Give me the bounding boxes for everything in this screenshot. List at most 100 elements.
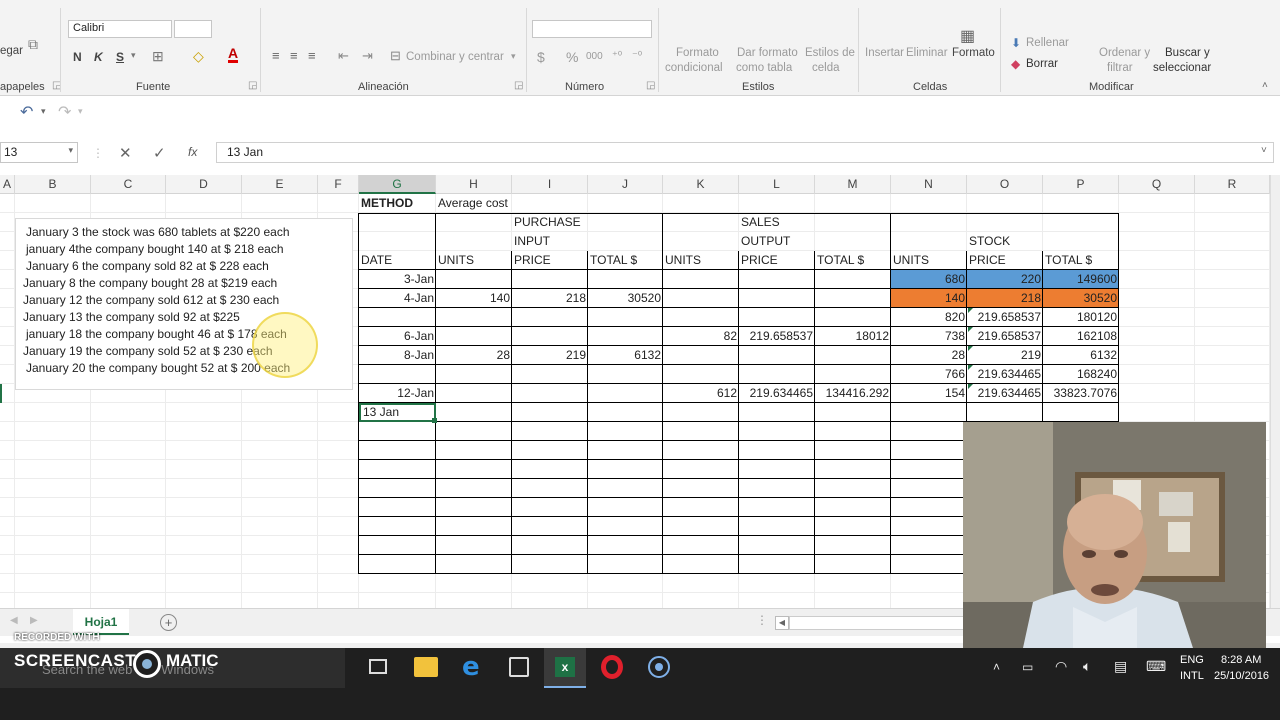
column-header-f[interactable]: F [318,175,359,194]
sort-filter-button[interactable]: Ordenar y [1099,47,1150,59]
prev-sheet-icon[interactable]: ◀ [10,615,18,626]
borders-icon[interactable]: ⊞ [152,48,164,65]
column-header-n[interactable]: N [891,175,967,194]
underline-dropdown-icon[interactable]: ▾ [131,50,136,61]
next-sheet-icon[interactable]: ▶ [30,615,38,626]
value-cell[interactable]: 18012 [815,327,891,346]
thousands-button[interactable]: 000 [586,51,603,62]
align-right-icon[interactable]: ≡ [308,48,316,63]
keyboard-icon[interactable]: ⌨ [1146,658,1166,675]
value-cell[interactable]: 219.658537 [739,327,815,346]
active-cell-editor[interactable]: 13 Jan [359,403,436,422]
value-cell[interactable]: 33823.7076 [1043,384,1119,403]
date-cell[interactable]: 6-Jan [359,327,436,346]
font-dialog-launcher-icon[interactable]: ◲ [248,80,257,91]
column-header-c[interactable]: C [91,175,166,194]
wifi-icon[interactable]: ◠ [1055,658,1067,675]
value-cell[interactable]: 28 [436,346,512,365]
find-select-button[interactable]: Buscar y [1165,47,1210,59]
increase-indent-icon[interactable]: ⇥ [362,48,373,64]
redo-icon[interactable]: ↷ [58,102,71,122]
insert-button[interactable]: Insertar [865,47,904,59]
store-icon[interactable] [509,657,529,677]
show-hidden-icons[interactable]: ˄ [993,660,1000,674]
value-cell[interactable]: 28 [891,346,967,365]
value-cell[interactable]: 149600 [1043,270,1119,289]
column-header-l[interactable]: L [739,175,815,194]
value-cell[interactable]: 219.634465 [739,384,815,403]
date-cell[interactable]: 12-Jan [359,384,436,403]
font-size-select[interactable] [174,20,212,38]
value-cell[interactable]: 140 [891,289,967,308]
conditional-format-button[interactable]: Formato [676,47,719,59]
currency-button[interactable]: $ [537,49,545,65]
fill-handle[interactable] [432,418,437,423]
horizontal-scrollbar[interactable] [789,616,969,630]
fill-button[interactable]: Rellenar [1026,37,1069,49]
italic-button[interactable]: K [94,50,103,64]
column-header-g[interactable]: G [359,175,436,194]
value-cell[interactable]: 220 [967,270,1043,289]
edge-icon[interactable]: e [462,652,480,682]
date-cell[interactable]: 4-Jan [359,289,436,308]
name-box-dropdown-icon[interactable]: ▾ [68,145,73,156]
task-view-icon[interactable] [369,659,387,674]
merge-icon[interactable]: ⊟ [390,48,401,64]
font-color-icon[interactable]: A [228,46,239,63]
file-explorer-icon[interactable] [414,657,438,677]
insert-function-icon[interactable]: fx [188,145,197,159]
decrease-decimal-icon[interactable]: ⁻⁰ [632,49,642,62]
column-header-o[interactable]: O [967,175,1043,194]
column-header-i[interactable]: I [512,175,588,194]
scroll-left-button[interactable]: ◀ [775,616,789,630]
value-cell[interactable]: 82 [663,327,739,346]
underline-button[interactable]: S [116,50,124,64]
column-header-r[interactable]: R [1195,175,1270,194]
column-header-b[interactable]: B [15,175,91,194]
undo-icon[interactable]: ↶ [20,102,33,122]
value-cell[interactable]: 218 [512,289,588,308]
cell-styles-button[interactable]: Estilos de [805,47,855,59]
increase-decimal-icon[interactable]: ⁺⁰ [612,49,622,62]
excel-taskbar-button[interactable]: x [544,648,586,688]
undo-dropdown-icon[interactable]: ▾ [41,106,46,117]
column-header-d[interactable]: D [166,175,242,194]
language-1[interactable]: ENG [1180,654,1204,666]
number-format-select[interactable] [532,20,652,38]
copy-icon[interactable]: ⧉ [28,36,38,53]
merge-dropdown-icon[interactable]: ▾ [511,51,516,62]
power-icon[interactable]: ▭ [1022,660,1033,674]
value-cell[interactable]: 162108 [1043,327,1119,346]
value-cell[interactable]: 30520 [588,289,663,308]
value-cell[interactable]: 219 [967,346,1043,365]
add-sheet-button[interactable]: + [160,614,177,631]
redo-dropdown-icon[interactable]: ▾ [78,106,83,117]
percent-button[interactable]: % [566,49,578,65]
format-button[interactable]: Formato [952,47,995,59]
value-cell[interactable]: 134416.292 [815,384,891,403]
bold-button[interactable]: N [73,50,82,64]
value-cell[interactable]: 766 [891,365,967,384]
date-cell[interactable]: 8-Jan [359,346,436,365]
value-cell[interactable]: 6132 [1043,346,1119,365]
vertical-scrollbar[interactable] [1270,175,1280,608]
number-dialog-launcher-icon[interactable]: ◲ [646,80,655,91]
value-cell[interactable]: 820 [891,308,967,327]
fill-color-icon[interactable]: ◇ [193,48,204,65]
align-center-icon[interactable]: ≡ [290,48,298,63]
value-cell[interactable]: 154 [891,384,967,403]
column-header-q[interactable]: Q [1119,175,1195,194]
value-cell[interactable]: 219 [512,346,588,365]
opera-icon[interactable] [601,655,623,679]
cancel-icon[interactable]: ✕ [119,144,132,162]
value-cell[interactable]: 219.634465 [967,384,1043,403]
column-header-a[interactable]: A [0,175,15,194]
formula-input[interactable]: 13 Jan [216,142,1274,163]
value-cell[interactable]: 219.634465 [967,365,1043,384]
notifications-icon[interactable]: ▤ [1114,658,1127,675]
merge-button[interactable]: Combinar y centrar [406,51,504,63]
column-header-e[interactable]: E [242,175,318,194]
column-header-m[interactable]: M [815,175,891,194]
column-header-h[interactable]: H [436,175,512,194]
value-cell[interactable]: 30520 [1043,289,1119,308]
